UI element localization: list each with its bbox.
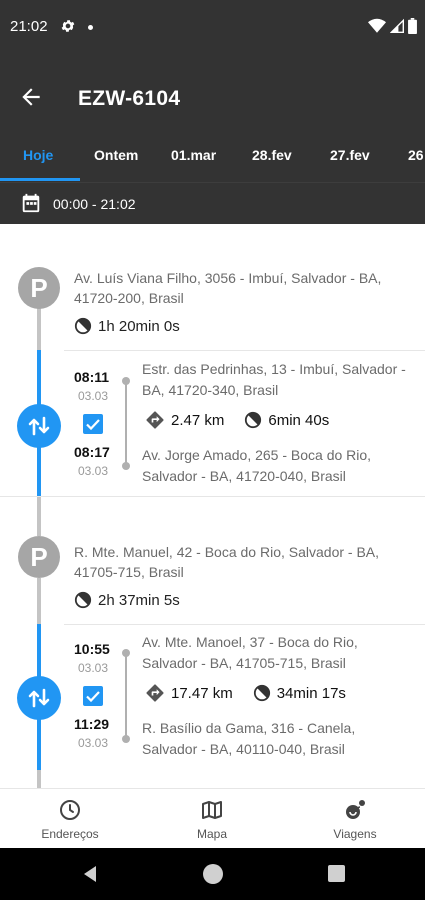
page-title: EZW-6104: [78, 87, 181, 110]
stop-duration-text: 1h 20min 0s: [98, 317, 180, 335]
trip-start-time: 08:11: [74, 369, 110, 385]
trip-end-time: 08:17: [74, 444, 110, 460]
status-icons: [368, 18, 417, 34]
nav-enderecos-label: Endereços: [41, 827, 99, 841]
wifi-icon: [368, 18, 386, 33]
date-tabs: Hoje Ontem 01.mar 28.fev 27.fev 26: [0, 140, 425, 182]
divider: [64, 350, 425, 351]
trip-end-time: 11:29: [74, 716, 110, 732]
trip-start-time: 10:55: [74, 641, 110, 657]
tab-today[interactable]: Hoje: [23, 147, 53, 163]
duration-icon: [74, 317, 92, 335]
check-icon: [86, 691, 100, 703]
trip-duration: 34min 17s: [276, 684, 346, 702]
divider: [0, 496, 425, 497]
nav-enderecos[interactable]: Endereços: [0, 789, 140, 849]
stop-address: Av. Luís Viana Filho, 3056 - Imbuí, Salv…: [74, 270, 382, 306]
tab-26[interactable]: 26: [408, 147, 424, 163]
back-arrow-icon[interactable]: [18, 84, 44, 110]
divider: [64, 624, 425, 625]
status-bar: 21:02: [0, 0, 425, 56]
timeline-rail-gray: [37, 770, 41, 788]
trip-metrics: 2.47 km 6min 40s: [145, 410, 329, 430]
stop-duration-text: 2h 37min 5s: [98, 591, 180, 609]
system-recents-icon[interactable]: [328, 865, 345, 882]
date-range-text: 00:00 - 21:02: [53, 196, 136, 212]
duration-icon: [74, 591, 92, 609]
clock-icon: [60, 800, 80, 820]
route-end-dot: [122, 462, 130, 470]
route-line: [125, 384, 127, 466]
settings-gear-icon: [61, 20, 75, 32]
duration-icon: [253, 684, 270, 702]
trip-duration: 6min 40s: [268, 411, 330, 429]
signal-icon: [390, 18, 404, 33]
screen: 21:02 EZW-6104 Hoje Ontem 01.mar 28.fev …: [0, 0, 425, 900]
status-time: 21:02: [10, 18, 48, 35]
tab-indicator: [0, 178, 80, 181]
route-line: [125, 656, 127, 738]
system-home-icon[interactable]: [203, 864, 223, 884]
app-bar: EZW-6104: [0, 56, 425, 140]
nav-viagens[interactable]: Viagens: [285, 789, 425, 849]
timeline-list[interactable]: P Av. Luís Viana Filho, 3056 - Imbuí, Sa…: [0, 224, 425, 788]
trip-start-address: Estr. das Pedrinhas, 13 - Imbuí, Salvado…: [142, 361, 406, 398]
bottom-navigation: Endereços Mapa Viagens: [0, 788, 425, 848]
swap-vertical-icon: [28, 688, 50, 708]
system-navigation-bar: [0, 848, 425, 900]
trip-distance: 2.47 km: [171, 411, 225, 429]
tab-28-fev[interactable]: 28.fev: [252, 147, 292, 163]
trip-end-date: 03.03: [78, 464, 109, 478]
trips-icon: [346, 800, 365, 819]
date-range-bar: 00:00 - 21:02: [0, 182, 425, 224]
trip-checkbox[interactable]: [83, 686, 103, 706]
trip-distance: 17.47 km: [171, 684, 233, 702]
stop-duration: 2h 37min 5s: [74, 591, 180, 609]
trip-start-date: 03.03: [78, 389, 109, 403]
timeline-rail-gray: [37, 578, 41, 624]
trip-icon[interactable]: [17, 404, 61, 448]
swap-vertical-icon: [28, 416, 50, 436]
map-icon: [202, 801, 222, 819]
trip-end-address: Av. Jorge Amado, 265 - Boca do Rio, Salv…: [142, 447, 372, 484]
calendar-icon[interactable]: [20, 192, 42, 214]
trip-start-date: 03.03: [78, 661, 109, 675]
tab-01-mar[interactable]: 01.mar: [171, 147, 216, 163]
route-end-dot: [122, 735, 130, 743]
tab-yesterday[interactable]: Ontem: [94, 147, 138, 163]
check-icon: [86, 419, 100, 431]
stop-duration: 1h 20min 0s: [74, 317, 180, 335]
trip-metrics: 17.47 km 34min 17s: [145, 683, 346, 703]
battery-icon: [408, 18, 417, 34]
trip-end-address: R. Basílio da Gama, 316 - Canela, Salvad…: [142, 720, 356, 757]
trip-start-address: Av. Mte. Manoel, 37 - Boca do Rio, Salva…: [142, 634, 358, 671]
parking-stop-icon: P: [18, 267, 60, 309]
nav-viagens-label: Viagens: [333, 827, 377, 841]
trip-icon[interactable]: [17, 676, 61, 720]
stop-address: R. Mte. Manuel, 42 - Boca do Rio, Salvad…: [74, 544, 380, 580]
timeline-rail-gray: [37, 496, 41, 536]
notification-dot-icon: [88, 25, 93, 30]
duration-icon: [245, 411, 262, 429]
directions-icon: [146, 411, 164, 429]
nav-mapa-label: Mapa: [196, 827, 228, 841]
directions-icon: [146, 684, 164, 702]
tab-27-fev[interactable]: 27.fev: [330, 147, 370, 163]
system-back-icon[interactable]: [80, 864, 100, 884]
trip-end-date: 03.03: [78, 736, 109, 750]
parking-stop-icon: P: [18, 536, 60, 578]
trip-checkbox[interactable]: [83, 414, 103, 434]
nav-mapa[interactable]: Mapa: [142, 789, 282, 849]
